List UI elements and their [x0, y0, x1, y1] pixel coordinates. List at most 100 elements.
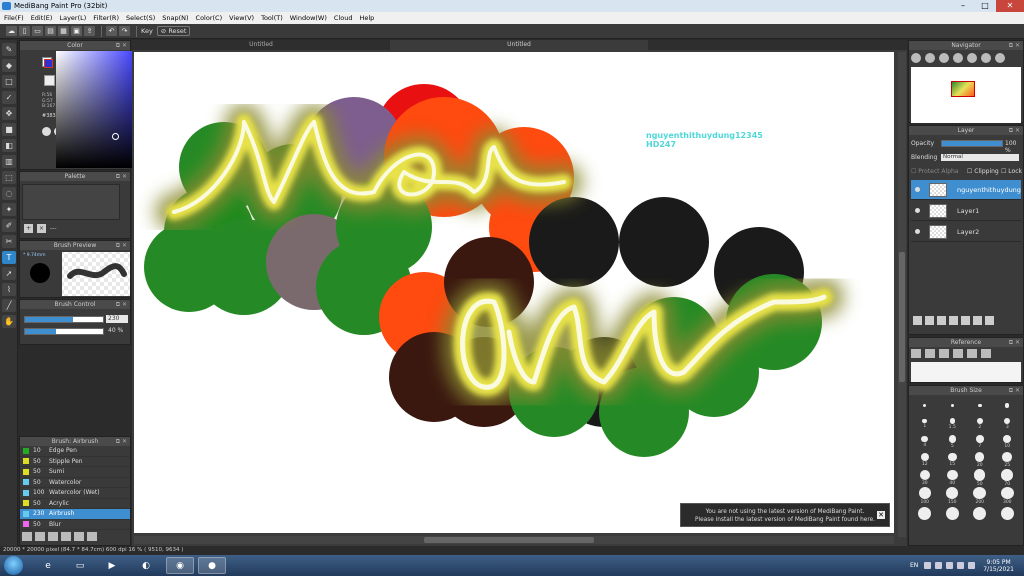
brush-size-cell[interactable]: 70 [994, 469, 1022, 487]
media-player-icon[interactable]: ▶ [98, 557, 126, 574]
rotate-right-icon[interactable] [995, 53, 1005, 63]
divide-tool-icon[interactable]: ╱ [2, 299, 16, 312]
protect-alpha-checkbox[interactable]: ☐ Protect Alpha [911, 168, 958, 175]
menu-view[interactable]: View(V) [229, 14, 254, 22]
merge-layer-icon[interactable] [961, 316, 970, 325]
brush-size-cell[interactable] [939, 397, 967, 415]
brush-size-cell[interactable]: 30 [911, 469, 939, 487]
palette-more[interactable]: --- [50, 224, 57, 233]
new-halftone-layer-icon[interactable] [925, 316, 934, 325]
ref-close-icon[interactable] [939, 349, 949, 358]
brush-size-cell[interactable] [966, 397, 994, 415]
tab-untitled-1[interactable]: Untitled [132, 40, 390, 50]
fill-rect-tool-icon[interactable]: ■ [2, 123, 16, 136]
horizontal-scrollbar[interactable] [134, 536, 894, 544]
panel-controls-icon[interactable]: ⧉ ✕ [116, 41, 127, 50]
brush-size-cell[interactable] [939, 505, 967, 523]
check-tool-icon[interactable]: ✓ [2, 91, 16, 104]
menu-color[interactable]: Color(C) [196, 14, 223, 22]
brush-item-edge-pen[interactable]: 10 Edge Pen [20, 446, 130, 457]
menu-layer[interactable]: Layer(L) [59, 14, 86, 22]
folder-brush-icon[interactable] [74, 532, 84, 541]
brush-item-stipple-pen[interactable]: 50 Stipple Pen [20, 457, 130, 467]
ref-zoom-in-icon[interactable] [953, 349, 963, 358]
brush-size-cell[interactable]: 12 [911, 451, 939, 469]
hand-tool-icon[interactable]: ✋ [2, 315, 16, 328]
tray-arrow-icon[interactable] [924, 562, 932, 569]
menu-cloud[interactable]: Cloud [334, 14, 353, 22]
language-indicator[interactable]: EN [910, 562, 918, 569]
brush-size-cell[interactable] [911, 505, 939, 523]
select-eraser-tool-icon[interactable]: ✂ [2, 235, 16, 248]
update-notice[interactable]: You are not using the latest version of … [680, 503, 890, 527]
brush-opacity-slider[interactable] [24, 328, 104, 335]
layer-visibility-icon[interactable] [915, 208, 920, 213]
move-tool-icon[interactable]: ✥ [2, 107, 16, 120]
medibang-taskbar-icon[interactable]: ● [198, 557, 226, 574]
brush-item-watercolor[interactable]: 50 Watercolor [20, 478, 130, 488]
tray-app-icon[interactable] [935, 562, 943, 569]
brush-size-cell[interactable]: 3 [994, 415, 1022, 433]
zoom-out-icon[interactable] [925, 53, 935, 63]
ref-folder-icon[interactable] [925, 349, 935, 358]
tray-shield-icon[interactable] [968, 562, 976, 569]
delete-swatch-icon[interactable]: × [37, 224, 46, 233]
clock[interactable]: 9:05 PM 7/15/2021 [983, 559, 1014, 573]
brush-size-cell[interactable]: 20 [966, 451, 994, 469]
menu-tool[interactable]: Tool(T) [261, 14, 283, 22]
layer-opacity-value[interactable]: 100 % [1005, 140, 1023, 154]
ie-icon[interactable]: e [34, 557, 62, 574]
panel-controls-icon[interactable]: ⧉ ✕ [116, 241, 127, 250]
blending-select[interactable]: Normal [941, 154, 1019, 161]
horizontal-scroll-thumb[interactable] [424, 537, 594, 543]
brush-item-blur[interactable]: 50 Blur [20, 520, 130, 530]
brush-size-value[interactable]: 230 [106, 315, 128, 323]
chat-icon[interactable]: ▭ [32, 26, 43, 36]
brush-tool-icon[interactable]: ✎ [2, 43, 16, 56]
network-icon[interactable] [957, 562, 965, 569]
layer-item-nguyenthithuydung[interactable]: nguyenthithuydung [911, 180, 1021, 200]
cloud-icon[interactable]: ☁ [6, 26, 17, 36]
layer-menu-icon[interactable] [949, 316, 958, 325]
gradient-tool-icon[interactable]: ▥ [2, 155, 16, 168]
panel-controls-icon[interactable]: ⧉ ✕ [1009, 126, 1020, 135]
brush-size-cell[interactable] [994, 397, 1022, 415]
chrome-icon[interactable]: ◉ [166, 557, 194, 574]
vertical-scroll-thumb[interactable] [899, 252, 905, 382]
brush-size-cell[interactable]: 300 [994, 487, 1022, 505]
copy-brush-icon[interactable] [35, 532, 45, 541]
duplicate-layer-icon[interactable] [937, 316, 946, 325]
delete-brush-icon[interactable] [87, 532, 97, 541]
zoom-in-icon[interactable] [911, 53, 921, 63]
ref-open-icon[interactable] [911, 349, 921, 358]
text-tool-icon[interactable]: T [2, 251, 16, 264]
brush-item-airbrush[interactable]: 230 Airbrush [20, 509, 130, 520]
drawing-canvas[interactable]: nguyenthithuydung12345 HD247 [134, 52, 894, 533]
menu-help[interactable]: Help [359, 14, 374, 22]
magic-wand-tool-icon[interactable]: ✦ [2, 203, 16, 216]
menu-edit[interactable]: Edit(E) [31, 14, 53, 22]
undo-icon[interactable]: ↶ [106, 26, 117, 36]
start-button[interactable] [4, 556, 23, 575]
new-file-icon[interactable]: ▯ [19, 26, 30, 36]
brush-size-cell[interactable]: 150 [939, 487, 967, 505]
brush-size-cell[interactable]: 40 [939, 469, 967, 487]
palette-swatches[interactable] [22, 184, 120, 220]
eyedropper-tool-icon[interactable]: ⌇ [2, 283, 16, 296]
panel-controls-icon[interactable]: ⧉ ✕ [1009, 338, 1020, 347]
brush-opacity-value[interactable]: 40 % [106, 327, 128, 335]
brush-size-cell[interactable]: 7 [966, 433, 994, 451]
brush-size-cell[interactable]: 10 [994, 433, 1022, 451]
menu-snap[interactable]: Snap(N) [162, 14, 188, 22]
ref-zoom-out-icon[interactable] [981, 349, 991, 358]
menu-file[interactable]: File(F) [4, 14, 24, 22]
add-brush-icon[interactable] [22, 532, 32, 541]
brush-size-cell[interactable]: 5 [939, 433, 967, 451]
brush-size-cell[interactable]: 100 [911, 487, 939, 505]
brush-size-cell[interactable]: 15 [939, 451, 967, 469]
clipping-checkbox[interactable]: ☐ Clipping [967, 168, 999, 175]
brush-size-cell[interactable]: 2 [966, 415, 994, 433]
grid-icon[interactable]: ▦ [58, 26, 69, 36]
select-pen-tool-icon[interactable]: ✐ [2, 219, 16, 232]
bucket-tool-icon[interactable]: ◧ [2, 139, 16, 152]
